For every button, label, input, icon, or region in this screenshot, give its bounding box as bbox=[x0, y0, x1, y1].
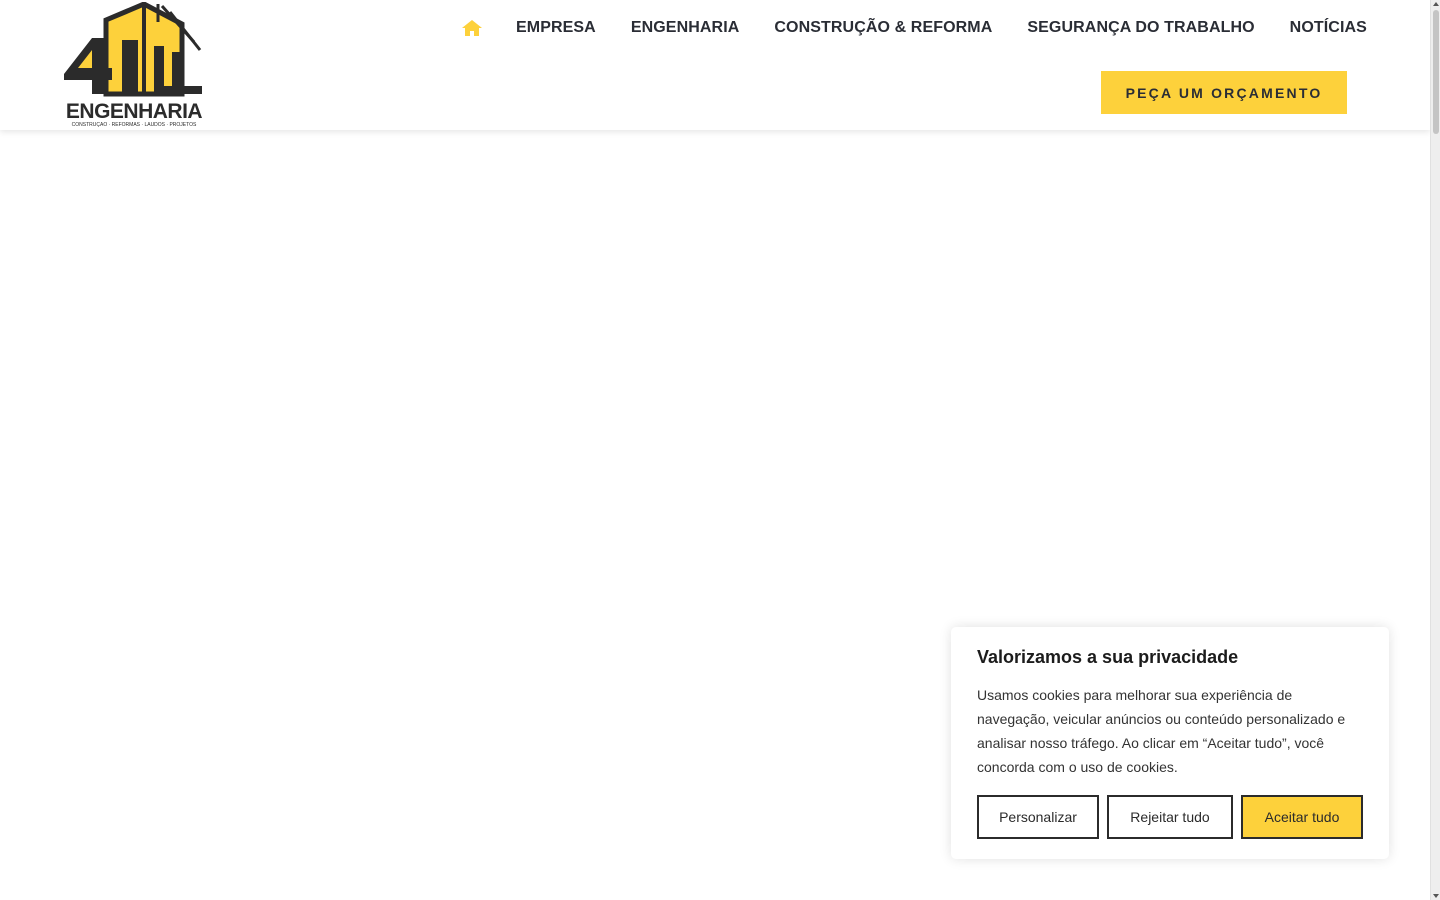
nav-item-seguranca-trabalho[interactable]: SEGURANÇA DO TRABALHO bbox=[1027, 19, 1254, 37]
cookie-button-group: Personalizar Rejeitar tudo Aceitar tudo bbox=[977, 795, 1363, 839]
main-nav: EMPRESA ENGENHARIA CONSTRUÇÃO & REFORMA … bbox=[452, 14, 1367, 42]
cookie-customize-button[interactable]: Personalizar bbox=[977, 795, 1099, 839]
scroll-down-icon[interactable] bbox=[1433, 894, 1439, 898]
scroll-thumb[interactable] bbox=[1433, 10, 1439, 134]
nav-item-noticias[interactable]: NOTÍCIAS bbox=[1290, 19, 1367, 37]
cookie-accept-button[interactable]: Aceitar tudo bbox=[1241, 795, 1363, 839]
nav-item-construcao-reforma[interactable]: CONSTRUÇÃO & REFORMA bbox=[774, 19, 992, 37]
nav-home[interactable] bbox=[452, 14, 492, 42]
logo-tagline: CONSTRUÇÃO · REFORMAS · LAUDOS · PROJETO… bbox=[71, 122, 197, 128]
home-icon bbox=[462, 20, 482, 36]
site-header: ENGENHARIA CONSTRUÇÃO · REFORMAS · LAUDO… bbox=[0, 0, 1430, 130]
nav-item-engenharia[interactable]: ENGENHARIA bbox=[631, 19, 740, 37]
nav-item-empresa[interactable]: EMPRESA bbox=[516, 19, 596, 37]
cookie-title: Valorizamos a sua privacidade bbox=[977, 647, 1239, 667]
request-quote-button[interactable]: PEÇA UM ORÇAMENTO bbox=[1101, 71, 1347, 114]
logo-wordmark: ENGENHARIA bbox=[65, 100, 203, 123]
site-logo[interactable]: ENGENHARIA CONSTRUÇÃO · REFORMAS · LAUDO… bbox=[62, 2, 206, 128]
cookie-description: Usamos cookies para melhorar sua experiê… bbox=[977, 687, 1346, 775]
page-scrollbar[interactable] bbox=[1430, 0, 1440, 900]
cookie-reject-button[interactable]: Rejeitar tudo bbox=[1107, 795, 1233, 839]
page: ENGENHARIA CONSTRUÇÃO · REFORMAS · LAUDO… bbox=[0, 0, 1440, 900]
cookie-consent-banner: Valorizamos a sua privacidade Usamos coo… bbox=[951, 627, 1389, 859]
scroll-up-icon[interactable] bbox=[1433, 2, 1439, 6]
